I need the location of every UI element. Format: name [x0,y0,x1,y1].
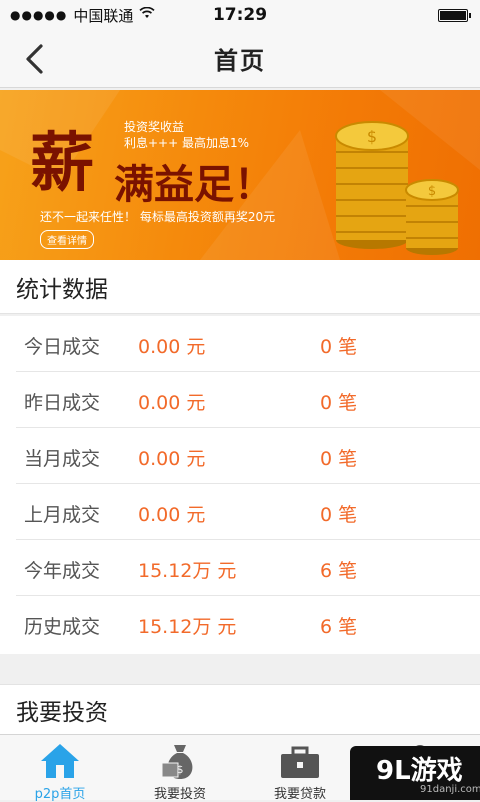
stat-amount: 15.12万 元 [138,560,237,582]
stat-amount: 0.00 元 [138,392,206,414]
banner-description: 还不一起来任性！ 每标最高投资额再奖20元 [40,210,276,224]
home-icon [41,744,79,778]
stat-amount: 0.00 元 [138,504,206,526]
svg-text:$: $ [367,127,377,146]
stat-amount: 15.12万 元 [138,616,237,638]
site-watermark: 9L游戏 91danji.com [350,746,480,800]
money-bag-icon: $ [161,745,193,779]
stat-count: 6 笔 [320,560,358,582]
tab-loan[interactable]: 我要贷款 [240,735,360,802]
stat-label: 上月成交 [24,504,101,526]
signal-strength-icon: ●●●●● [10,8,68,22]
battery-icon [438,9,471,22]
gold-coins-icon: $ $ [335,121,459,255]
stat-label: 昨日成交 [24,392,101,414]
back-button[interactable] [14,39,54,79]
briefcase-icon [281,746,319,778]
stats-section-title: 统计数据 [0,260,480,314]
stat-row: 当月成交 0.00 元 0 笔 [16,428,480,484]
status-time: 17:29 [212,5,268,25]
stat-count: 0 笔 [320,392,358,414]
svg-text:$: $ [177,763,184,776]
watermark-url: 91danji.com [420,784,480,795]
svg-text:$: $ [428,184,436,199]
tab-label: p2p首页 [34,787,86,802]
banner-subtitle: 利息+++ 最高加息1% [124,136,250,150]
stat-label: 今年成交 [24,560,101,582]
tab-invest[interactable]: $ 我要投资 [120,735,240,802]
stat-label: 历史成交 [24,616,101,638]
chevron-left-icon [26,44,43,74]
banner-headline: 满益足！ [114,162,274,208]
stat-count: 0 笔 [320,448,358,470]
stat-row: 上月成交 0.00 元 0 笔 [16,484,480,540]
stat-label: 今日成交 [24,336,101,358]
tab-label: 我要投资 [153,787,206,802]
stat-row: 昨日成交 0.00 元 0 笔 [16,372,480,428]
stat-count: 0 笔 [320,336,358,358]
banner-tag: 投资奖收益 [124,120,185,134]
status-bar: ●●●●● 中国联通 17:29 [0,0,480,30]
promo-banner[interactable]: $ $ 薪 投资奖收益 利息+++ 最高加息1% 满益足！ 还不一起来任性！ 每… [0,90,480,260]
page-title: 首页 [214,47,266,75]
stat-label: 当月成交 [24,448,101,470]
tab-home[interactable]: p2p首页 [0,735,120,802]
stats-list: 今日成交 0.00 元 0 笔 昨日成交 0.00 元 0 笔 当月成交 0.0… [0,316,480,654]
stat-amount: 0.00 元 [138,336,206,358]
carrier-name: 中国联通 [73,6,134,25]
stat-row: 历史成交 15.12万 元 6 笔 [16,596,480,652]
navigation-bar: 首页 [0,30,480,88]
invest-section-title[interactable]: 我要投资 [0,684,480,734]
banner-details-button[interactable]: 查看详情 [40,230,94,249]
stat-row: 今年成交 15.12万 元 6 笔 [16,540,480,596]
stat-count: 6 笔 [320,616,358,638]
stat-row: 今日成交 0.00 元 0 笔 [16,316,480,372]
banner-headline-big: 薪 [30,126,94,201]
stat-count: 0 笔 [320,504,358,526]
stat-amount: 0.00 元 [138,448,206,470]
tab-label: 我要贷款 [273,787,326,802]
wifi-icon [139,6,155,23]
watermark-logo: 9L游戏 [376,756,463,786]
